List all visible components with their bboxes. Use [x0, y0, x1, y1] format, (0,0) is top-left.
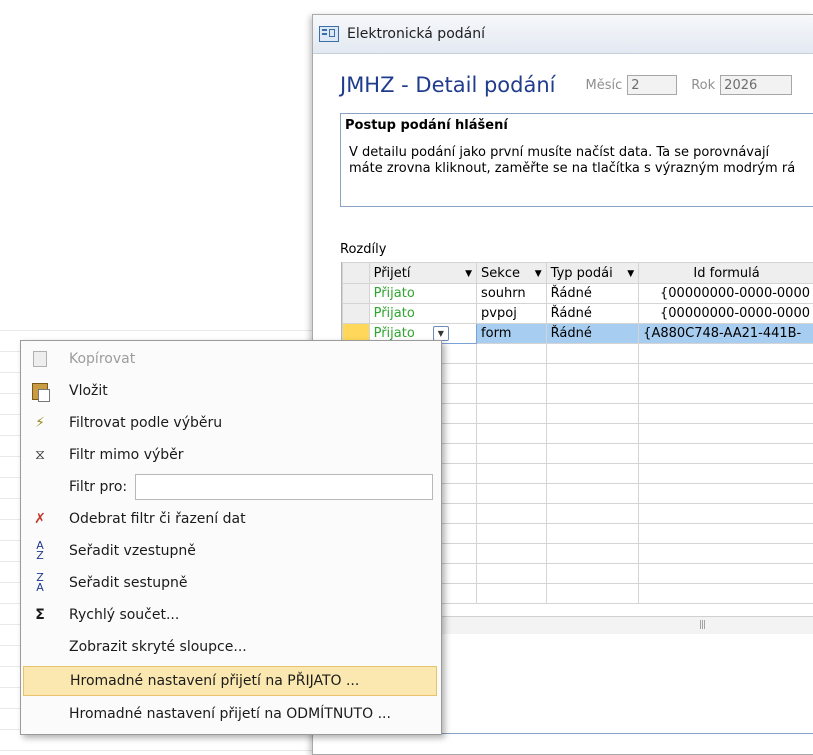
menu-item-bulk-reject[interactable]: Hromadné nastavení přijetí na ODMÍTNUTO … — [23, 699, 437, 729]
menu-item-quick-sum[interactable]: Σ Rychlý součet... — [23, 600, 437, 630]
sort-ascending-icon: AZ — [27, 540, 53, 562]
menu-item-sort-descending[interactable]: ZA Seřadit sestupně — [23, 568, 437, 598]
form-title: JMHZ - Detail podání — [340, 73, 555, 97]
context-menu: Kopírovat Vložit ⚡ Filtrovat podle výběr… — [20, 340, 442, 735]
window-titlebar: Elektronická podání — [313, 15, 813, 54]
sort-descending-icon: ZA — [27, 572, 53, 594]
menu-item-filter-by-selection[interactable]: ⚡ Filtrovat podle výběru — [23, 408, 437, 438]
table-row[interactable]: Přijato pvpoj Řádné {00000000-0000-0000 — [343, 304, 813, 324]
menu-item-label: Vložit — [69, 383, 108, 399]
cell-id[interactable]: {00000000-0000-0000 — [639, 284, 813, 304]
year-label: Rok — [691, 78, 715, 93]
menu-item-label: Odebrat filtr či řazení dat — [69, 511, 246, 527]
paste-icon — [27, 380, 53, 402]
column-header-label: Id formulá — [693, 266, 759, 281]
info-line-2: máte zrovna kliknout, zaměřte se na tlač… — [349, 161, 813, 177]
filter-exclude-icon: ⧖ — [27, 444, 53, 466]
menu-item-label: Zobrazit skryté sloupce... — [69, 639, 247, 655]
menu-item-filter-for: Filtr pro: — [23, 472, 437, 502]
menu-item-label: Seřadit vzestupně — [69, 543, 196, 559]
cell-typ[interactable]: Řádné — [546, 304, 639, 324]
menu-item-filter-excluding[interactable]: ⧖ Filtr mimo výběr — [23, 440, 437, 470]
month-label: Měsíc — [585, 78, 622, 93]
menu-item-sort-ascending[interactable]: AZ Seřadit vzestupně — [23, 536, 437, 566]
column-header-id[interactable]: Id formulá — [639, 263, 813, 284]
table-row[interactable]: Přijato souhrn Řádné {00000000-0000-0000 — [343, 284, 813, 304]
rozdily-label: Rozdíly — [340, 242, 386, 257]
menu-item-label: Filtr mimo výběr — [69, 447, 184, 463]
menu-item-remove-filter[interactable]: ✗ Odebrat filtr či řazení dat — [23, 504, 437, 534]
sort-arrow-icon[interactable]: ▼ — [535, 269, 542, 279]
month-field[interactable]: 2 — [627, 75, 677, 95]
copy-icon — [27, 348, 53, 370]
filter-selection-icon: ⚡ — [27, 412, 53, 434]
cell-sekce[interactable]: souhrn — [477, 284, 547, 304]
blank-icon — [28, 670, 54, 692]
info-heading: Postup podání hlášení — [345, 118, 813, 133]
dropdown-arrow-icon[interactable]: ▼ — [433, 326, 449, 341]
menu-item-label: Hromadné nastavení přijetí na PŘIJATO ..… — [70, 673, 359, 689]
blank-icon — [27, 636, 53, 658]
menu-item-copy[interactable]: Kopírovat — [23, 344, 437, 374]
cell-typ[interactable]: Řádné — [546, 324, 639, 344]
menu-item-label: Filtr pro: — [69, 479, 127, 495]
sum-icon: Σ — [27, 604, 53, 626]
column-header-label: Přijetí — [374, 266, 411, 281]
info-box: Postup podání hlášení V detailu podání j… — [340, 113, 813, 207]
filter-for-input[interactable] — [135, 474, 433, 500]
cell-id[interactable]: {00000000-0000-0000 — [639, 304, 813, 324]
info-line-1: V detailu podání jako první musíte načís… — [349, 145, 813, 161]
column-header-label: Sekce — [481, 266, 520, 281]
row-selector[interactable] — [343, 304, 370, 324]
form-header: JMHZ - Detail podání Měsíc 2 Rok 2026 — [340, 73, 792, 97]
blank-icon — [27, 476, 53, 498]
sort-arrow-icon[interactable]: ▼ — [627, 269, 634, 279]
column-header-typ[interactable]: Typ podái ▼ — [546, 263, 639, 284]
scroll-grip-icon[interactable]: ||| — [699, 620, 705, 630]
menu-item-label: Hromadné nastavení přijetí na ODMÍTNUTO … — [69, 706, 391, 722]
row-selector[interactable] — [343, 284, 370, 304]
menu-item-label: Filtrovat podle výběru — [69, 415, 222, 431]
column-header-sekce[interactable]: Sekce ▼ — [477, 263, 547, 284]
year-field[interactable]: 2026 — [720, 75, 792, 95]
cell-sekce[interactable]: form — [477, 324, 547, 344]
menu-item-label: Kopírovat — [69, 351, 135, 367]
menu-item-label: Rychlý součet... — [69, 607, 179, 623]
remove-filter-icon: ✗ — [27, 508, 53, 530]
menu-item-bulk-accept[interactable]: Hromadné nastavení přijetí na PŘIJATO ..… — [23, 666, 437, 696]
cell-sekce[interactable]: pvpoj — [477, 304, 547, 324]
form-icon — [319, 26, 339, 42]
cell-prijeti[interactable]: Přijato — [369, 284, 476, 304]
cell-prijeti[interactable]: Přijato — [369, 304, 476, 324]
info-text: V detailu podání jako první musíte načís… — [345, 145, 813, 177]
cell-typ[interactable]: Řádné — [546, 284, 639, 304]
menu-item-show-hidden-columns[interactable]: Zobrazit skryté sloupce... — [23, 632, 437, 662]
column-header-prijeti[interactable]: Přijetí ▼ — [369, 263, 476, 284]
sort-arrow-icon[interactable]: ▼ — [465, 269, 472, 279]
menu-item-label: Seřadit sestupně — [69, 575, 188, 591]
select-all-corner[interactable] — [343, 263, 370, 284]
menu-item-paste[interactable]: Vložit — [23, 376, 437, 406]
cell-id[interactable]: {A880C748-AA21-441B- — [639, 324, 813, 344]
cell-prijeti[interactable]: Přijato — [374, 326, 415, 341]
window-title: Elektronická podání — [347, 26, 485, 42]
blank-icon — [27, 703, 53, 725]
grid-header-row: Přijetí ▼ Sekce ▼ Typ podái ▼ Id formulá — [343, 263, 813, 284]
column-header-label: Typ podái — [551, 266, 613, 281]
